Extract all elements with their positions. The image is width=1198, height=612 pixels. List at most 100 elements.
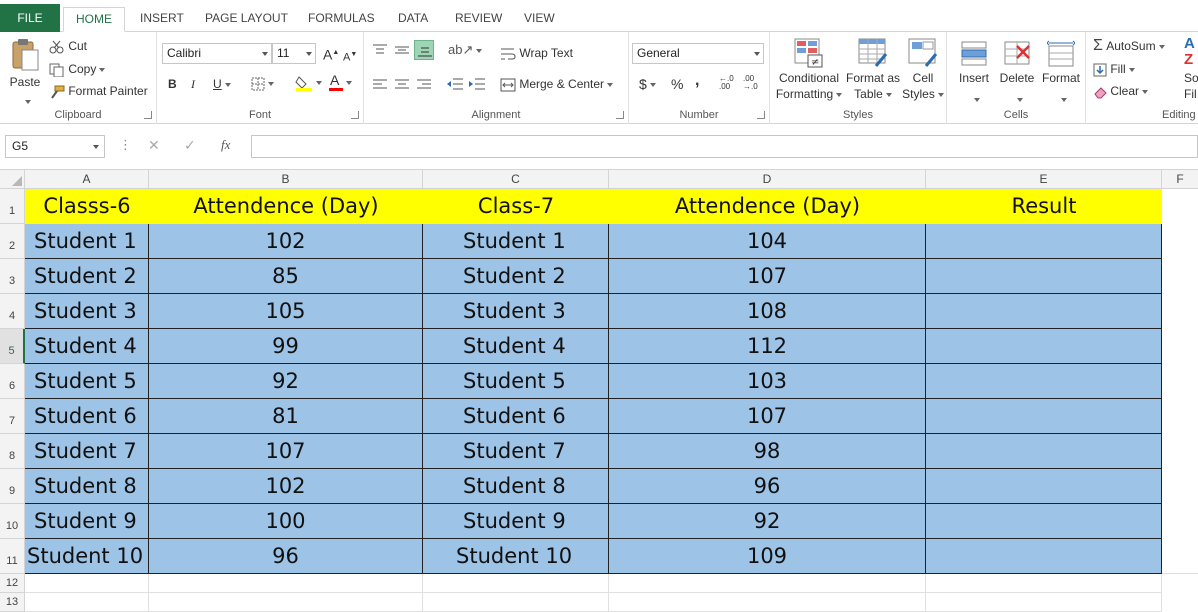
header-class6[interactable]: Classs-6 <box>25 189 149 224</box>
dialog-launcher-icon[interactable] <box>616 111 624 119</box>
align-bottom-button[interactable] <box>414 40 434 60</box>
cell-attendance-7[interactable]: 103 <box>609 364 926 399</box>
empty-cell[interactable] <box>609 574 926 593</box>
row-header-6[interactable]: 6 <box>0 364 25 399</box>
empty-cell[interactable] <box>423 593 609 612</box>
cell-class6[interactable]: Student 10 <box>25 539 149 574</box>
accounting-format-button[interactable]: $ <box>639 76 656 92</box>
align-top-icon[interactable] <box>373 44 387 56</box>
tab-view[interactable]: VIEW <box>512 7 567 32</box>
format-cells-button[interactable]: Format <box>1039 36 1083 104</box>
cell-result[interactable] <box>926 399 1162 434</box>
header-attendance-7[interactable]: Attendence (Day) <box>609 189 926 224</box>
underline-button[interactable]: U <box>213 76 231 92</box>
select-all-corner[interactable] <box>0 170 25 189</box>
fill-color-button[interactable] <box>295 74 322 92</box>
cell-result[interactable] <box>926 224 1162 259</box>
cell-result[interactable] <box>926 294 1162 329</box>
decrease-decimal-button[interactable]: .00 →.0 <box>743 75 758 91</box>
row-header-10[interactable]: 10 <box>0 504 25 539</box>
cell-class7[interactable]: Student 5 <box>423 364 609 399</box>
tab-file[interactable]: FILE <box>0 4 60 32</box>
row-header-4[interactable]: 4 <box>0 294 25 329</box>
delete-cells-button[interactable]: Delete <box>995 36 1039 104</box>
cell-result[interactable] <box>926 539 1162 574</box>
cell-result[interactable] <box>926 504 1162 539</box>
cell-result[interactable] <box>926 329 1162 364</box>
tab-home[interactable]: HOME <box>63 7 125 32</box>
row-header-8[interactable]: 8 <box>0 434 25 469</box>
empty-cell[interactable] <box>25 593 149 612</box>
cell-class7[interactable]: Student 10 <box>423 539 609 574</box>
cell-attendance-6[interactable]: 92 <box>149 364 423 399</box>
cell-attendance-7[interactable]: 112 <box>609 329 926 364</box>
column-header-f[interactable]: F <box>1162 170 1198 189</box>
row-header-3[interactable]: 3 <box>0 259 25 294</box>
cell-class6[interactable]: Student 7 <box>25 434 149 469</box>
empty-cell[interactable] <box>423 574 609 593</box>
bold-button[interactable]: B <box>168 76 177 92</box>
comma-style-button[interactable]: , <box>695 73 699 89</box>
row-header-2[interactable]: 2 <box>0 224 25 259</box>
name-box[interactable]: G5 <box>5 135 105 158</box>
cell-result[interactable] <box>926 469 1162 504</box>
column-header-b[interactable]: B <box>149 170 423 189</box>
insert-cells-button[interactable]: Insert <box>953 36 995 104</box>
cell-attendance-7[interactable]: 104 <box>609 224 926 259</box>
insert-function-button[interactable]: fx <box>221 137 230 153</box>
cell-attendance-7[interactable]: 96 <box>609 469 926 504</box>
formula-input[interactable] <box>251 135 1198 158</box>
cell-class7[interactable]: Student 2 <box>423 259 609 294</box>
column-header-e[interactable]: E <box>926 170 1162 189</box>
number-format-select[interactable]: General <box>632 43 764 64</box>
align-middle-icon[interactable] <box>395 44 409 56</box>
cell-class6[interactable]: Student 4 <box>25 329 149 364</box>
empty-cell[interactable] <box>149 574 423 593</box>
clear-button[interactable]: Clear <box>1093 83 1149 99</box>
cell-styles-button[interactable]: Cell Styles <box>902 36 944 104</box>
cell-attendance-7[interactable]: 107 <box>609 259 926 294</box>
increase-indent-icon[interactable] <box>469 78 485 91</box>
font-size-select[interactable]: 11 <box>272 43 316 64</box>
grow-font-button[interactable]: A▲ <box>323 45 339 63</box>
row-header-11[interactable]: 11 <box>0 539 25 574</box>
tab-formulas[interactable]: FORMULAS <box>296 7 387 32</box>
column-header-a[interactable]: A <box>25 170 149 189</box>
increase-decimal-button[interactable]: ←.0.00 <box>719 75 734 91</box>
cell-class6[interactable]: Student 5 <box>25 364 149 399</box>
enter-icon[interactable]: ✓ <box>184 137 196 154</box>
cell-attendance-7[interactable]: 109 <box>609 539 926 574</box>
sort-filter-button[interactable]: A <box>1184 36 1195 52</box>
cell-class6[interactable]: Student 3 <box>25 294 149 329</box>
cell-class6[interactable]: Student 8 <box>25 469 149 504</box>
cell-class7[interactable]: Student 1 <box>423 224 609 259</box>
empty-column-f[interactable] <box>1162 189 1198 574</box>
row-header-1[interactable]: 1 <box>0 189 25 224</box>
format-as-table-button[interactable]: Format as Table <box>844 36 902 104</box>
cell-class7[interactable]: Student 6 <box>423 399 609 434</box>
tab-page-layout[interactable]: PAGE LAYOUT <box>193 7 300 32</box>
cell-class6[interactable]: Student 1 <box>25 224 149 259</box>
wrap-text-button[interactable]: Wrap Text <box>500 45 573 61</box>
column-header-c[interactable]: C <box>423 170 609 189</box>
decrease-indent-icon[interactable] <box>447 78 463 91</box>
cell-attendance-6[interactable]: 99 <box>149 329 423 364</box>
italic-button[interactable]: I <box>191 76 195 92</box>
percent-style-button[interactable]: % <box>671 76 683 92</box>
header-attendance-6[interactable]: Attendence (Day) <box>149 189 423 224</box>
align-right-icon[interactable] <box>417 79 431 91</box>
empty-cell[interactable] <box>926 593 1162 612</box>
borders-button[interactable] <box>251 75 274 91</box>
cell-class6[interactable]: Student 9 <box>25 504 149 539</box>
row-header-9[interactable]: 9 <box>0 469 25 504</box>
cell-class7[interactable]: Student 7 <box>423 434 609 469</box>
paste-button[interactable]: Paste <box>6 36 44 104</box>
autosum-button[interactable]: Σ AutoSum <box>1093 38 1165 54</box>
dialog-launcher-icon[interactable] <box>757 111 765 119</box>
row-header-5[interactable]: 5 <box>0 329 25 364</box>
cell-attendance-6[interactable]: 105 <box>149 294 423 329</box>
cell-attendance-6[interactable]: 85 <box>149 259 423 294</box>
orientation-button[interactable]: ab↗ <box>448 42 483 58</box>
cell-attendance-6[interactable]: 100 <box>149 504 423 539</box>
empty-cell[interactable] <box>926 574 1162 593</box>
